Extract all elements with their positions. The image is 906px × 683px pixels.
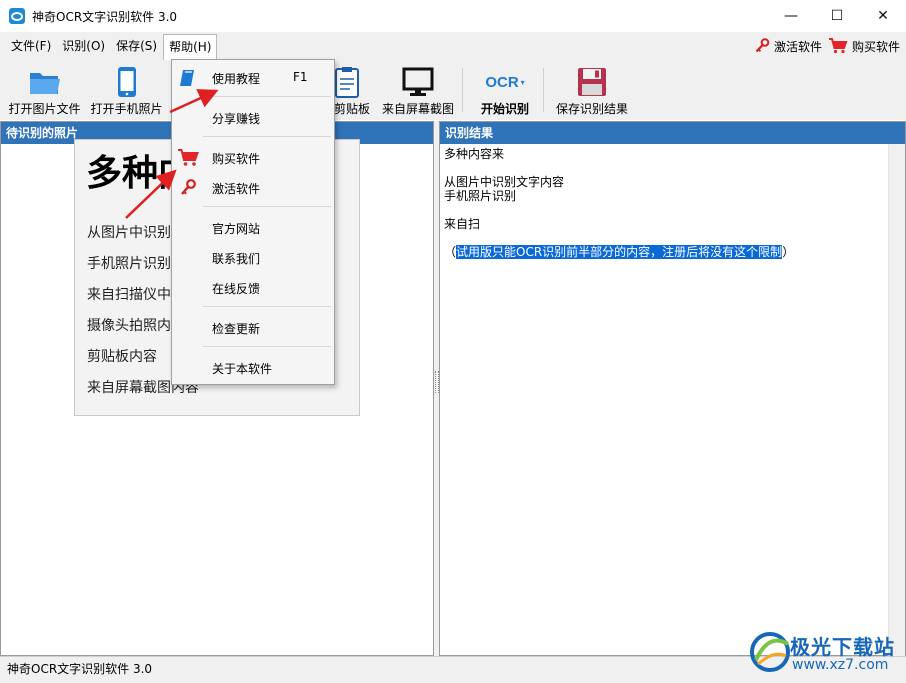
menu-separator xyxy=(203,306,331,307)
screenshot-label: 来自屏幕截图 xyxy=(381,102,454,116)
app-logo-icon xyxy=(9,8,25,24)
toolbar-separator xyxy=(543,68,544,112)
close-button[interactable]: ✕ xyxy=(860,0,906,32)
toolbar: 打开图片文件 打开手机照片 剪贴板 来自屏幕截图 OCR ▾ 开始识别 保存识别… xyxy=(0,60,906,120)
result-panel: 识别结果 多种内容来 从图片中识别文字内容 手机照片识别 来自扫 （试用版只能O… xyxy=(439,121,906,656)
maximize-button[interactable]: ☐ xyxy=(814,0,860,32)
trial-close-paren: ） xyxy=(782,245,795,259)
ocr-caret-icon: ▾ xyxy=(520,77,525,87)
watermark-title: 极光下载站 xyxy=(790,635,895,659)
title-bar: 神奇OCR文字识别软件 3.0 — ☐ ✕ xyxy=(0,0,906,32)
feedback-label: 在线反馈 xyxy=(212,282,261,296)
cart-icon xyxy=(178,149,199,166)
buy-label: 购买软件 xyxy=(851,39,900,54)
buy-link[interactable]: 购买软件 xyxy=(828,37,900,55)
check-update-label: 检查更新 xyxy=(212,322,261,336)
about-label: 关于本软件 xyxy=(212,362,273,376)
phone-icon xyxy=(117,67,136,97)
watermark-url: www.xz7.com xyxy=(792,657,889,673)
result-textarea[interactable]: 多种内容来 从图片中识别文字内容 手机照片识别 来自扫 （试用版只能OCR识别前… xyxy=(440,144,905,262)
result-line xyxy=(444,231,901,245)
book-icon xyxy=(180,70,194,86)
activate-label: 激活软件 xyxy=(773,39,822,54)
result-line: 多种内容来 xyxy=(444,147,505,161)
menu-item-about[interactable]: 关于本软件 xyxy=(172,355,334,379)
menu-separator xyxy=(203,96,331,97)
result-line: 手机照片识别 xyxy=(444,189,517,203)
open-phone-button[interactable]: 打开手机照片 xyxy=(89,60,164,120)
start-ocr-label: 开始识别 xyxy=(480,102,529,116)
result-line: 来自扫 xyxy=(444,217,481,231)
open-phone-label: 打开手机照片 xyxy=(90,102,163,116)
menu-item-check-update[interactable]: 检查更新 xyxy=(172,315,334,339)
folder-icon xyxy=(29,73,60,94)
trial-notice: （试用版只能OCR识别前半部分的内容，注册后将没有这个限制） xyxy=(444,245,901,259)
activate-link[interactable]: 激活软件 xyxy=(754,38,822,55)
clipboard-label: 剪贴板 xyxy=(334,102,371,116)
contact-label: 联系我们 xyxy=(212,252,261,266)
menu-item-contact[interactable]: 联系我们 xyxy=(172,245,334,269)
toolbar-separator xyxy=(462,68,463,112)
menu-help[interactable]: 帮助(H) xyxy=(163,34,218,61)
menu-item-website[interactable]: 官方网站 xyxy=(172,215,334,239)
menu-bar: 文件(F) 识别(O) 保存(S) 帮助(H) 激活软件 购买软件 xyxy=(0,32,906,61)
monitor-icon xyxy=(402,67,434,96)
menu-item-share[interactable]: 分享赚钱 xyxy=(172,105,334,129)
menu-file[interactable]: 文件(F) xyxy=(6,34,56,58)
share-label: 分享赚钱 xyxy=(212,112,261,126)
open-image-button[interactable]: 打开图片文件 xyxy=(7,60,82,120)
help-dropdown-menu: 使用教程 F1 分享赚钱 购买软件 激活软件 官方网站 联系我们 在线反馈 检查… xyxy=(171,59,335,385)
cart-icon xyxy=(828,38,848,54)
vertical-scrollbar[interactable] xyxy=(888,144,905,656)
ocr-icon: OCR xyxy=(485,73,519,91)
window-title: 神奇OCR文字识别软件 3.0 xyxy=(32,9,178,24)
result-line: 从图片中识别文字内容 xyxy=(444,175,565,189)
window-controls: — ☐ ✕ xyxy=(768,0,906,32)
menu-item-feedback[interactable]: 在线反馈 xyxy=(172,275,334,299)
photo-line: 剪贴板内容 xyxy=(87,349,157,365)
tutorial-shortcut: F1 xyxy=(293,70,308,84)
floppy-disk-icon xyxy=(578,68,606,96)
menu-separator xyxy=(203,206,331,207)
activate-software-label: 激活软件 xyxy=(212,182,261,196)
screenshot-button[interactable]: 来自屏幕截图 xyxy=(380,60,456,120)
clipboard-button[interactable]: 剪贴板 xyxy=(334,60,374,120)
save-result-label: 保存识别结果 xyxy=(555,102,628,116)
menu-item-buy[interactable]: 购买软件 xyxy=(172,145,334,169)
menu-save[interactable]: 保存(S) xyxy=(111,34,162,58)
menu-separator xyxy=(203,136,331,137)
watermark: 极光下载站 www.xz7.com xyxy=(748,626,900,678)
open-image-label: 打开图片文件 xyxy=(8,102,81,116)
menu-recognize[interactable]: 识别(O) xyxy=(57,34,110,58)
key-icon xyxy=(755,38,770,53)
start-ocr-button[interactable]: OCR ▾ 开始识别 xyxy=(477,60,533,120)
key-icon xyxy=(181,179,196,195)
menu-separator xyxy=(203,346,331,347)
tutorial-label: 使用教程 xyxy=(212,72,261,86)
result-line xyxy=(444,161,901,175)
save-result-button[interactable]: 保存识别结果 xyxy=(554,60,630,120)
aurora-logo-icon xyxy=(750,632,790,672)
photo-line: 从图片中识别 xyxy=(87,225,171,241)
website-label: 官方网站 xyxy=(212,222,261,236)
trial-notice-selected: 试用版只能OCR识别前半部分的内容，注册后将没有这个限制 xyxy=(456,245,783,259)
menubar-right: 激活软件 购买软件 xyxy=(754,32,900,60)
buy-software-label: 购买软件 xyxy=(212,152,261,166)
clipboard-icon xyxy=(335,67,359,98)
photo-line: 手机照片识别 xyxy=(87,256,171,272)
menu-item-activate[interactable]: 激活软件 xyxy=(172,175,334,199)
menu-item-tutorial[interactable]: 使用教程 F1 xyxy=(172,65,334,89)
minimize-button[interactable]: — xyxy=(768,0,814,32)
trial-open-paren: （ xyxy=(444,245,457,259)
result-line xyxy=(444,203,901,217)
result-panel-header: 识别结果 xyxy=(440,122,905,144)
